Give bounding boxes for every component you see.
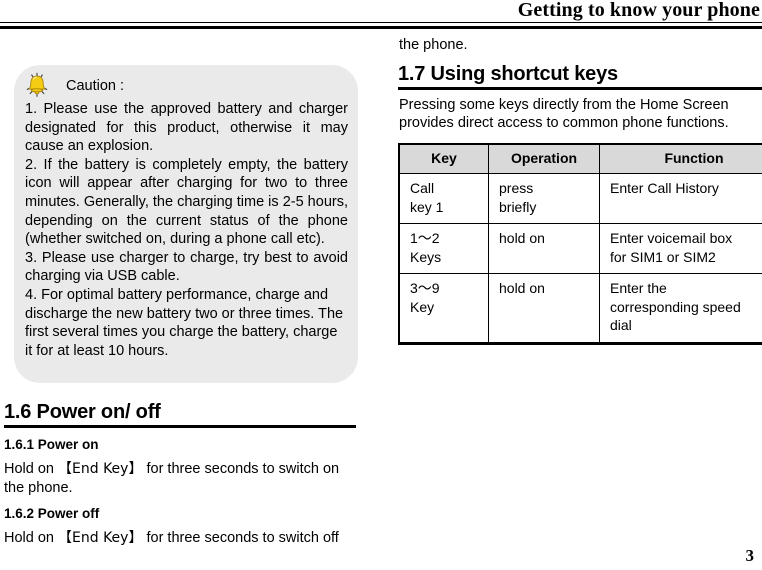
cell-key-line: 1～2 [410, 230, 440, 247]
cell-function-line: Enter Call History [610, 180, 719, 197]
cell-key: 1～2 Keys [398, 223, 489, 275]
page-number: 3 [745, 546, 755, 565]
cell-key-line: 3～9 [410, 280, 440, 297]
header-rule-thin [0, 22, 762, 23]
cell-function-line: Enter voicemail box [610, 230, 733, 247]
cell-function: Enter voicemail box for SIM1 or SIM2 [599, 223, 762, 275]
cell-function-line: Enter the [610, 280, 667, 297]
shortcut-keys-table: Key Operation Function Call key 1 press … [398, 142, 762, 345]
caution-item-4: 4. For optimal battery performance, char… [25, 286, 344, 359]
table-row: 3～9 Key hold on Enter the corresponding … [398, 273, 762, 345]
cell-key-line: Call [410, 180, 435, 197]
table-row: 1～2 Keys hold on Enter voicemail box for… [398, 223, 762, 275]
section-heading-rule-1-7 [398, 86, 762, 90]
cell-operation: hold on [488, 273, 600, 345]
section-heading-1-6: 1.6 Power on/ off [4, 401, 161, 423]
cell-key-line: Key [410, 298, 435, 315]
caution-label: Caution : [66, 78, 125, 94]
table-row: Call key 1 press briefly Enter Call Hist… [398, 173, 762, 225]
section-heading-rule [4, 425, 356, 428]
power-on-instruction: Hold on 【End Key】 for three seconds to s… [4, 460, 356, 497]
caution-callout: Caution : 1. Please use the approved bat… [14, 65, 358, 383]
bell-icon [26, 72, 48, 97]
power-on-key: 【End Key】 [58, 461, 143, 477]
page-header-title: Getting to know your phone [517, 0, 760, 21]
power-off-key: 【End Key】 [58, 530, 143, 547]
cell-operation: press briefly [488, 173, 600, 225]
caution-item-1: 1. Please use the approved battery and c… [25, 101, 348, 155]
column-header-function: Function [599, 142, 762, 175]
section-heading-1-7: 1.7 Using shortcut keys [398, 62, 618, 85]
caution-header: Caution : [24, 72, 350, 99]
cell-function-line: dial [610, 317, 632, 334]
power-off-text-after: for three seconds to switch off [142, 530, 339, 547]
caution-item-2: 2. If the battery is completely empty, t… [25, 156, 348, 248]
page-running-header: Getting to know your phone [0, 0, 762, 30]
cell-operation-line: briefly [499, 198, 537, 215]
power-on-text-before: Hold on [4, 461, 59, 477]
table-head: Key Operation Function [398, 142, 762, 175]
cell-function-line: for SIM1 or SIM2 [610, 248, 716, 265]
caution-item-3: 3. Please use charger to charge, try bes… [25, 249, 348, 285]
shortcut-intro-text: Pressing some keys directly from the Hom… [399, 96, 729, 132]
continuation-text: the phone. [399, 37, 468, 53]
cell-operation-line: press [499, 180, 534, 197]
cell-operation: hold on [488, 223, 600, 275]
header-rule-thick [0, 26, 762, 29]
column-header-key: Key [398, 142, 489, 175]
section-power-on-off: 1.6 Power on/ off 1.6.1 Power on Hold on… [4, 400, 356, 548]
right-column: the phone. 1.7 Using shortcut keys Press… [398, 36, 762, 556]
column-header-operation: Operation [488, 142, 600, 175]
left-column: Caution : 1. Please use the approved bat… [0, 36, 380, 556]
cell-operation-line: hold on [499, 280, 545, 297]
caution-body: 1. Please use the approved battery and c… [25, 100, 348, 360]
section-shortcut-keys: 1.7 Using shortcut keys Pressing some ke… [398, 62, 762, 345]
table-header-row: Key Operation Function [398, 142, 762, 175]
subsection-heading-1-6-1: 1.6.1 Power on [4, 437, 99, 452]
table-body: Call key 1 press briefly Enter Call Hist… [398, 173, 762, 345]
power-off-text-before: Hold on [4, 530, 59, 547]
power-off-instruction: Hold on 【End Key】 for three seconds to s… [4, 529, 356, 548]
cell-key: 3～9 Key [398, 273, 489, 345]
cell-operation-line: hold on [499, 230, 545, 247]
cell-function-line: corresponding speed [610, 298, 741, 315]
cell-function: Enter Call History [599, 173, 762, 225]
subsection-heading-1-6-2: 1.6.2 Power off [4, 506, 100, 522]
cell-key-line: key 1 [410, 198, 444, 215]
cell-key: Call key 1 [398, 173, 489, 225]
cell-function: Enter the corresponding speed dial [599, 273, 762, 345]
cell-key-line: Keys [410, 248, 442, 265]
